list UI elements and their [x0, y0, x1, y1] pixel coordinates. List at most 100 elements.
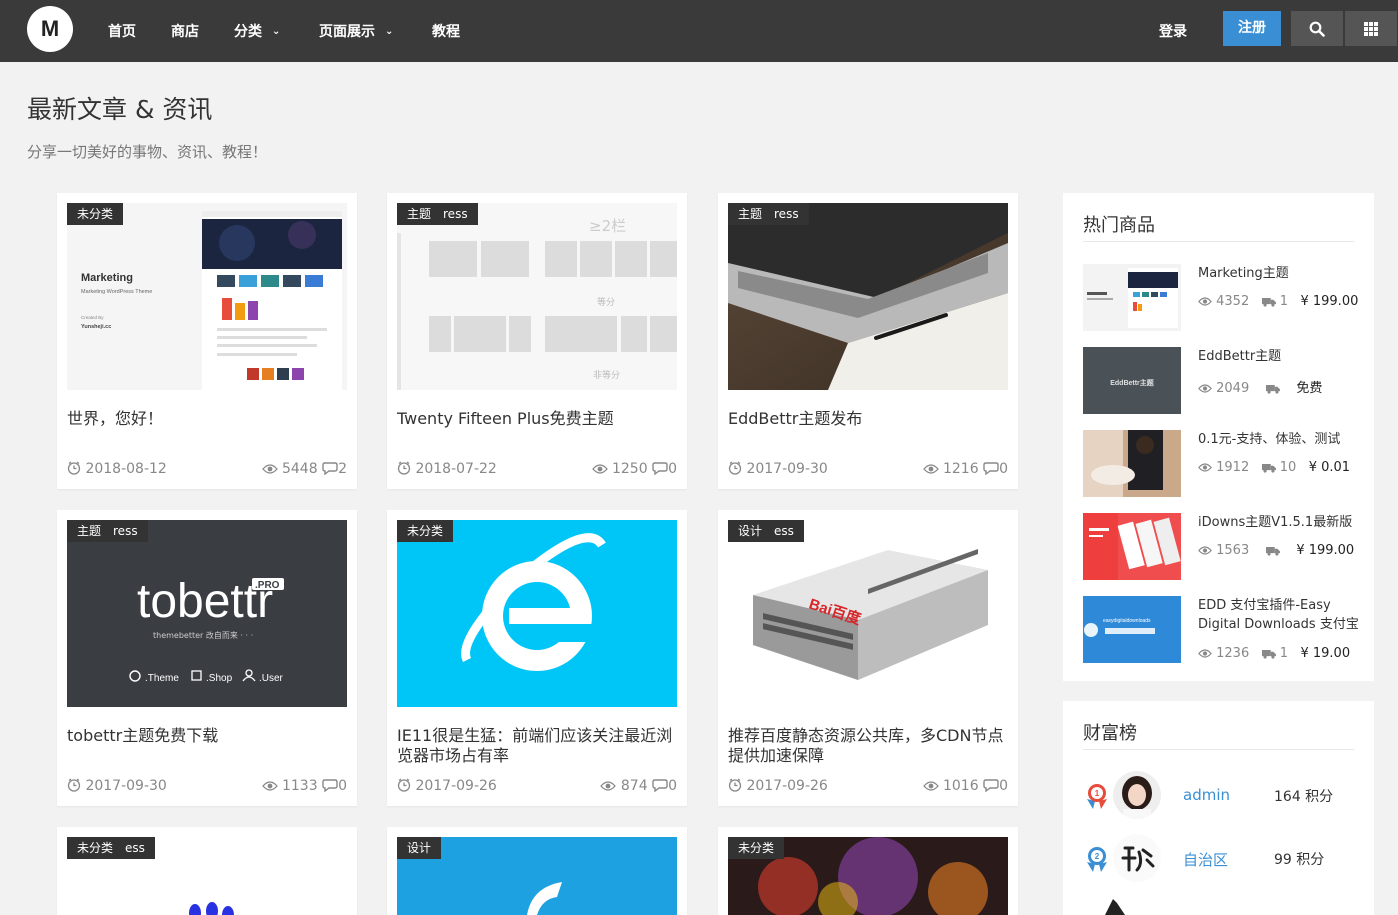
product-item[interactable]: 0.1元-支持、体验、测试 1912 10 ¥ 0.01 [1083, 430, 1363, 498]
post-thumbnail[interactable]: ≥2栏 等分 非等分 [397, 203, 677, 390]
category-tag[interactable]: 未分类 [67, 203, 124, 225]
nav-pages[interactable]: 页面展示 ⌄ [319, 21, 393, 41]
category-tag[interactable]: 主题 ress [728, 203, 809, 225]
thumb-pro: .PRO [255, 580, 280, 591]
tag-label: 设计 [738, 524, 763, 538]
category-tag[interactable]: 未分类 [728, 837, 785, 859]
grid-menu-button[interactable] [1345, 11, 1397, 46]
register-button[interactable]: 注册 [1223, 11, 1281, 46]
product-meta: 1563 ¥ 199.00 [1198, 543, 1354, 558]
nav-category[interactable]: 分类 ⌄ [234, 21, 280, 41]
category-tag[interactable]: 主题 ress [397, 203, 478, 225]
marketing-theme-screenshot: Marketing Marketing WordPress Theme Crea… [67, 203, 347, 390]
category-tag[interactable]: 未分类 ess [67, 837, 155, 859]
product-name[interactable]: 0.1元-支持、体验、测试 [1198, 430, 1363, 449]
tag-label: 未分类 [77, 841, 114, 855]
post-title[interactable]: 推荐百度静态资源公共库，多CDN节点提供加速保障 [728, 726, 1010, 766]
clock-icon [67, 778, 81, 792]
post-title[interactable]: IE11很是生猛：前端们应该关注最近浏览器市场占有率 [397, 726, 679, 766]
post-title[interactable]: Twenty Fifteen Plus免费主题 [397, 409, 679, 429]
nav-tutorial[interactable]: 教程 [432, 21, 460, 41]
avatar[interactable] [1113, 771, 1161, 819]
post-card[interactable]: tobettr .PRO themebetter 改自而来 · · · .The… [57, 510, 357, 806]
post-thumbnail[interactable]: tobettr .PRO themebetter 改自而来 · · · .The… [67, 520, 347, 707]
product-name[interactable]: iDowns主题V1.5.1最新版 [1198, 513, 1363, 532]
comments-count: 0 [999, 461, 1008, 477]
post-title[interactable]: tobettr主题免费下载 [67, 726, 349, 746]
user-avatar-calligraphy [1113, 834, 1161, 882]
post-thumbnail[interactable]: Bai百度 [728, 520, 1008, 707]
product-thumbnail[interactable] [1083, 430, 1181, 497]
post-stats: 1133 0 [262, 778, 347, 794]
thumb-credit2: Yunsheji.cc [81, 324, 111, 330]
post-card[interactable]: 主题 ress EddBettr主题发布 2017-09-30 1216 0 [718, 193, 1018, 489]
post-card[interactable]: 未分类 IE11很是生猛：前端们应该关注最近浏览器市场占有率 2017-09-2… [387, 510, 687, 806]
tag-label: ess [774, 524, 794, 538]
post-card[interactable]: 未分类 ess [57, 827, 357, 915]
search-button[interactable] [1291, 11, 1343, 46]
category-tag[interactable]: 设计 ess [728, 520, 804, 542]
product-name[interactable]: EddBettr主题 [1198, 347, 1363, 366]
user-name[interactable]: 自治区 [1183, 849, 1228, 870]
product-thumbnail[interactable] [1083, 513, 1181, 580]
tag-label: ess [125, 841, 145, 855]
product-item[interactable]: EddBettr主题 EddBettr主题 2049 免费 [1083, 347, 1363, 415]
product-thumbnail[interactable]: easydigitaldownloads [1083, 596, 1181, 663]
tag-label: 主题 [738, 207, 763, 221]
post-card[interactable]: Bai百度 设计 ess 推荐百度静态资源公共库，多CDN节点提供加速保障 201… [718, 510, 1018, 806]
date-text: 2017-09-30 [85, 778, 167, 794]
post-card[interactable]: 设计 [387, 827, 687, 915]
product-thumbnail[interactable] [1083, 264, 1181, 331]
tag-label: 未分类 [77, 207, 114, 221]
category-tag[interactable]: 未分类 [397, 520, 454, 542]
date-text: 2017-09-26 [415, 778, 497, 794]
login-link[interactable]: 登录 [1159, 21, 1187, 41]
post-thumbnail[interactable] [728, 203, 1008, 390]
product-item[interactable]: iDowns主题V1.5.1最新版 1563 ¥ 199.00 [1083, 513, 1363, 581]
nav-home[interactable]: 首页 [108, 21, 136, 41]
date-text: 2017-09-30 [746, 461, 828, 477]
comment-icon [322, 778, 338, 792]
views-count: 1216 [942, 461, 979, 477]
medal-icon: 2 [1087, 847, 1107, 872]
product-item[interactable]: easydigitaldownloads EDD 支付宝插件-Easy Digi… [1083, 596, 1363, 664]
post-date: 2018-07-22 [397, 461, 497, 477]
product-name[interactable]: EDD 支付宝插件-Easy Digital Downloads 支付宝 [1198, 596, 1363, 634]
tag-label: 设计 [407, 841, 432, 855]
ranking-item[interactable]: 1 admin 164 积分 [1083, 771, 1363, 821]
views-count: 874 [620, 778, 648, 794]
chevron-down-icon: ⌄ [385, 26, 394, 37]
product-meta: 4352 1 ¥ 199.00 [1198, 294, 1358, 309]
clock-icon [728, 778, 742, 792]
nav-shop[interactable]: 商店 [171, 21, 199, 41]
date-text: 2017-09-26 [746, 778, 828, 794]
views-count: 1236 [1216, 646, 1250, 661]
site-logo[interactable]: M [27, 6, 73, 52]
truck-icon [1266, 383, 1280, 394]
post-card[interactable]: 未分类 [718, 827, 1018, 915]
top-navbar: M 首页 商店 分类 ⌄ 页面展示 ⌄ 教程 登录 注册 [0, 0, 1398, 62]
eye-icon [600, 780, 616, 792]
post-thumbnail[interactable]: Marketing Marketing WordPress Theme Crea… [67, 203, 347, 390]
thumb-slogan: themebetter 改自而来 · · · [153, 630, 253, 640]
avatar[interactable] [1113, 834, 1161, 882]
post-title[interactable]: 世界，您好！ [67, 409, 349, 429]
category-tag[interactable]: 主题 ress [67, 520, 148, 542]
comments-count: 0 [668, 461, 677, 477]
tag-label: 未分类 [407, 524, 444, 538]
product-item[interactable]: Marketing主题 4352 1 ¥ 199.00 [1083, 264, 1363, 332]
product-thumbnail[interactable]: EddBettr主题 [1083, 347, 1181, 414]
clock-icon [397, 461, 411, 475]
post-card[interactable]: ≥2栏 等分 非等分 主题 ress Twenty Fifteen Plus免费主… [387, 193, 687, 489]
eye-icon [1198, 462, 1212, 473]
post-card[interactable]: Marketing Marketing WordPress Theme Crea… [57, 193, 357, 489]
post-thumbnail[interactable] [397, 520, 677, 707]
ranking-item[interactable]: 2 自治区 99 积分 [1083, 834, 1363, 884]
product-name[interactable]: Marketing主题 [1198, 264, 1363, 283]
comment-icon [652, 461, 668, 475]
ie-logo [397, 520, 677, 707]
category-tag[interactable]: 设计 [397, 837, 442, 859]
comment-icon [983, 461, 999, 475]
user-name[interactable]: admin [1183, 786, 1230, 804]
post-title[interactable]: EddBettr主题发布 [728, 409, 1010, 429]
